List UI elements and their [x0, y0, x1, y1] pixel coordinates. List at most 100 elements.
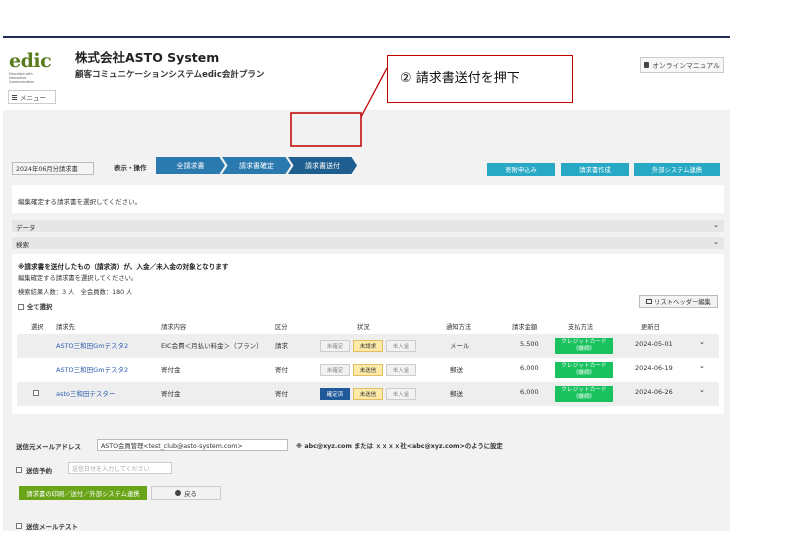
col-updated: 更新日	[641, 324, 660, 331]
schedule-date-input[interactable]: 送信日付を入力してください	[68, 462, 172, 474]
payment-badge: クレジットカード (継続)	[555, 338, 613, 354]
hamburger-icon	[12, 94, 17, 100]
checkbox-icon	[16, 523, 22, 529]
recipient-link[interactable]: ASTO三和田Gmテスタ2	[56, 364, 128, 374]
manual-label: オンラインマニュアル	[652, 62, 720, 70]
list-header-label: リストヘッダー編集	[654, 299, 711, 306]
payment-badge: クレジットカード (継続)	[555, 362, 613, 378]
status-payment[interactable]: 未入金	[386, 388, 416, 400]
content-cell: EIC会費＜月払い料金＞（プラン）	[161, 342, 263, 350]
amount-cell: 6,000	[520, 364, 539, 372]
menu-button[interactable]: メニュー	[8, 90, 56, 104]
kubun-cell: 寄付	[275, 390, 288, 398]
instruction-text: 編集確定する請求書を選択してください。	[18, 275, 138, 282]
result-count: 検索結果人数：3 人 全会員数：180 人	[18, 289, 133, 296]
col-status: 状況	[357, 324, 370, 331]
status-confirm[interactable]: 確定済	[320, 388, 350, 400]
print-send-button[interactable]: 請求書の印刷／送付／外部システム連携	[19, 486, 147, 500]
accordion-data[interactable]: データ ⌄	[12, 220, 724, 232]
logo-word: edic	[9, 50, 52, 72]
accordion-data-label: データ	[16, 224, 36, 232]
table-row[interactable]: ASTO三和田Gmテスタ2 寄付金 寄付 未確定 未送信 未入金 郵送 6,00…	[17, 358, 719, 382]
step-confirm-invoices[interactable]: 請求書確定	[222, 157, 291, 174]
recipient-link[interactable]: asto三和田テスター	[56, 388, 115, 398]
step-all-invoices[interactable]: 全請求書	[156, 157, 225, 174]
accordion-search-label: 検索	[16, 241, 29, 249]
sender-email-label: 送信元メールアドレス	[16, 443, 81, 451]
checkbox-icon	[16, 467, 22, 473]
test-mail-checkbox[interactable]: 送信メールテスト	[16, 521, 78, 531]
notice-text: ※請求書を送付したもの（請求済）が、入金／未入金の対象となります	[18, 263, 229, 271]
table-row[interactable]: asto三和田テスター 寄付金 寄付 確定済 未送信 未入金 郵送 6,000 …	[17, 382, 719, 406]
status-payment[interactable]: 未入金	[386, 364, 416, 376]
col-notify: 通知方法	[446, 324, 472, 331]
status-confirm[interactable]: 未確定	[320, 364, 350, 376]
chevron-down-icon[interactable]: ⌄	[699, 386, 705, 394]
chevron-down-icon: ⌄	[713, 221, 719, 229]
annotation-callout: ② 請求書送付を押下	[387, 55, 573, 103]
chevron-down-icon[interactable]: ⌄	[699, 338, 705, 346]
back-button[interactable]: 戻る	[151, 486, 221, 500]
updated-cell: 2024-06-19	[635, 364, 673, 372]
recipient-link[interactable]: ASTO三和田Gmテスタ2	[56, 340, 128, 350]
status-billing[interactable]: 未請求	[353, 340, 383, 352]
status-billing[interactable]: 未送信	[353, 388, 383, 400]
amount-cell: 6,000	[520, 388, 539, 396]
status-payment[interactable]: 未入金	[386, 340, 416, 352]
schedule-label: 送信予約	[26, 467, 52, 475]
status-billing[interactable]: 未送信	[353, 364, 383, 376]
notify-cell: メール	[450, 342, 470, 350]
col-kubun: 区分	[275, 324, 288, 331]
workflow-steps: 全請求書 請求書確定 請求書送付	[156, 157, 357, 174]
table-header: 選択 請求先 請求内容 区分 状況 通知方法 請求金額 支払方法 更新日	[12, 322, 724, 334]
kubun-cell: 寄付	[275, 366, 288, 374]
table-row[interactable]: ASTO三和田Gmテスタ2 EIC会費＜月払い料金＞（プラン） 請求 未確定 未…	[17, 334, 719, 358]
instruction-panel: 編集確定する請求書を選択してください。	[12, 185, 724, 213]
invoice-list-panel: ※請求書を送付したもの（請求済）が、入金／未入金の対象となります 編集確定する請…	[12, 254, 724, 414]
chevron-down-icon[interactable]: ⌄	[699, 362, 705, 370]
notify-cell: 郵送	[450, 390, 463, 398]
select-all-checkbox[interactable]: 全て選択	[18, 302, 52, 311]
online-manual-button[interactable]: オンラインマニュアル	[640, 57, 724, 73]
external-system-button[interactable]: 外部システム連携	[634, 163, 720, 176]
list-icon	[646, 299, 653, 304]
checkbox-icon	[18, 303, 24, 310]
content-cell: 寄付金	[161, 390, 181, 398]
header: edic Education with Interactive Communic…	[3, 38, 730, 110]
edic-logo: edic Education with Interactive Communic…	[9, 50, 61, 85]
payment-badge: クレジットカード (継続)	[555, 386, 613, 402]
step-send-invoices[interactable]: 請求書送付	[288, 157, 357, 174]
content-cell: 寄付金	[161, 366, 181, 374]
accordion-search[interactable]: 検索 ⌄	[12, 237, 724, 249]
amount-cell: 5,500	[520, 340, 539, 348]
sender-email-input[interactable]: ASTO会員管理<test_club@asto-system.com>	[97, 439, 288, 451]
logo-tagline: Education with Interactive Communication	[9, 72, 35, 84]
month-select[interactable]: 2024年06月分請求書	[12, 162, 94, 175]
kubun-cell: 請求	[275, 342, 288, 350]
schedule-checkbox[interactable]: 送信予約	[16, 465, 52, 475]
updated-cell: 2024-06-26	[635, 388, 673, 396]
app-window: edic Education with Interactive Communic…	[3, 36, 730, 531]
back-label: 戻る	[184, 490, 197, 498]
company-name: 株式会社ASTO System	[75, 50, 220, 65]
row-checkbox[interactable]	[33, 390, 39, 396]
notify-cell: 郵送	[450, 366, 463, 374]
list-header-edit-button[interactable]: リストヘッダー編集	[639, 295, 718, 308]
col-select: 選択	[31, 324, 44, 331]
test-mail-label: 送信メールテスト	[26, 523, 78, 531]
updated-cell: 2024-05-01	[635, 340, 673, 348]
donation-apply-button[interactable]: 寄附申込み	[487, 163, 555, 176]
back-arrow-icon	[175, 490, 182, 496]
select-all-label: 全て選択	[27, 304, 53, 311]
operation-label: 表示・操作	[114, 164, 147, 172]
col-content: 請求内容	[161, 324, 187, 331]
col-recipient: 請求先	[56, 324, 75, 331]
col-payment: 支払方法	[568, 324, 594, 331]
create-invoice-button[interactable]: 請求書作成	[561, 163, 629, 176]
menu-label: メニュー	[20, 94, 46, 102]
sender-email-note: ※ abc@xyz.com または ｘｘｘｘ社<abc@xyz.com>のように…	[296, 443, 503, 450]
status-confirm[interactable]: 未確定	[320, 340, 350, 352]
system-name: 顧客コミュニケーションシステムedic会計プラン	[75, 70, 265, 80]
col-amount: 請求金額	[512, 324, 538, 331]
book-icon	[644, 62, 650, 68]
